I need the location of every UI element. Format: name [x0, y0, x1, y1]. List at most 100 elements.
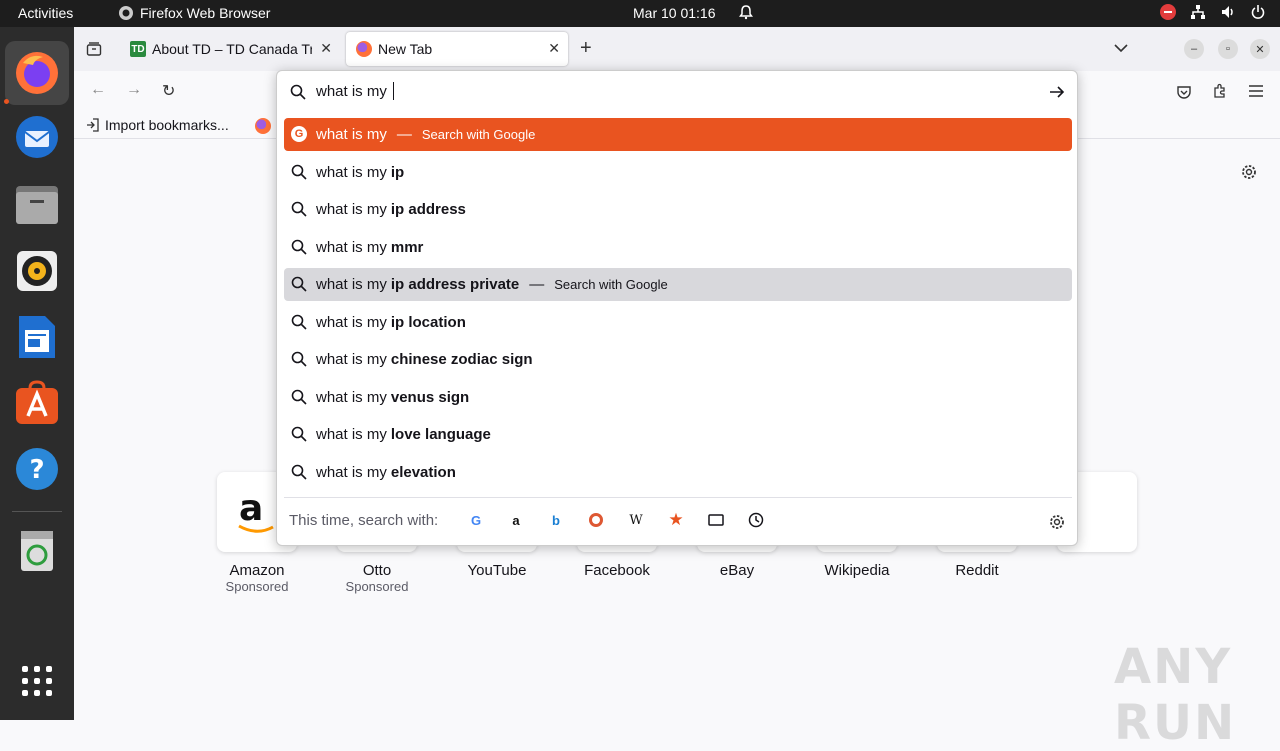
- close-tab-icon[interactable]: ✕: [320, 40, 332, 57]
- top-site-label: Facebook: [584, 562, 650, 579]
- search-icon: [291, 389, 307, 409]
- dock-help[interactable]: ?: [5, 437, 69, 501]
- amazon-logo-icon: a: [239, 488, 264, 529]
- suggestion-completion: ip: [390, 164, 405, 181]
- tabs-icon[interactable]: [707, 511, 725, 529]
- suggestion-row[interactable]: what is my venus sign: [284, 381, 1072, 414]
- suggestion-action: Search with Google: [421, 127, 536, 142]
- dock-thunderbird[interactable]: [5, 105, 69, 169]
- google-icon[interactable]: G: [467, 511, 485, 529]
- amazon-smile-icon: [238, 524, 274, 533]
- suggestion-completion: ip location: [390, 314, 466, 331]
- top-site-label: Reddit: [955, 562, 999, 579]
- forward-arrow-icon[interactable]: →: [126, 81, 142, 99]
- close-window-button[interactable]: ✕: [1250, 39, 1270, 59]
- sponsored-label: Sponsored: [225, 579, 289, 594]
- top-site-label: eBay: [719, 562, 755, 579]
- notification-bell-icon[interactable]: [738, 4, 754, 23]
- suggestion-completion: venus sign: [390, 389, 470, 406]
- duckduckgo-icon[interactable]: [587, 511, 605, 529]
- urlbar-text: what is my: [316, 83, 387, 100]
- suggestion-prefix: what is my: [316, 351, 387, 368]
- show-apps-button[interactable]: [5, 649, 69, 713]
- extensions-icon[interactable]: [1212, 83, 1228, 99]
- suggestion-prefix: what is my: [316, 389, 387, 406]
- tab-td[interactable]: TD About TD – TD Canada Tr ✕: [120, 32, 340, 66]
- app-menu[interactable]: Firefox Web Browser: [118, 5, 270, 21]
- tab-overview-icon[interactable]: [86, 41, 102, 57]
- do-not-disturb-icon[interactable]: [1160, 4, 1176, 20]
- pocket-icon[interactable]: [1176, 84, 1192, 100]
- dock-rhythmbox[interactable]: [5, 239, 69, 303]
- suggestion-row[interactable]: what is my ip location: [284, 306, 1072, 339]
- search-icon: [291, 276, 307, 296]
- google-icon: G: [291, 126, 307, 142]
- suggestion-row[interactable]: what is my ip address: [284, 193, 1072, 226]
- suggestion-action: Search with Google: [554, 277, 668, 292]
- suggestion-row[interactable]: what is my chinese zodiac sign: [284, 343, 1072, 376]
- search-icon: [291, 164, 307, 184]
- td-logo-icon: TD: [130, 41, 146, 57]
- suggestion-row[interactable]: what is my love language: [284, 418, 1072, 451]
- search-settings-gear-icon[interactable]: [1049, 514, 1065, 530]
- urlbar-results-popup: what is my Gwhat is my — Search with Googl…: [276, 70, 1078, 546]
- dock-trash[interactable]: [5, 519, 69, 583]
- suggestion-completion: mmr: [390, 239, 424, 256]
- suggestion-row[interactable]: what is my mmr: [284, 231, 1072, 264]
- clock[interactable]: Mar 10 01:16: [633, 5, 716, 21]
- minimize-button[interactable]: –: [1184, 39, 1204, 59]
- dock-firefox[interactable]: [5, 41, 69, 105]
- suggestion-row[interactable]: what is my elevation: [284, 456, 1072, 489]
- search-icon: [291, 201, 307, 221]
- system-tray[interactable]: [1160, 4, 1266, 20]
- new-tab-plus-icon[interactable]: +: [580, 37, 592, 60]
- history-icon[interactable]: [747, 511, 765, 529]
- newtab-settings-gear-icon[interactable]: [1241, 164, 1257, 180]
- activities-button[interactable]: Activities: [18, 5, 73, 21]
- import-bookmarks-label: Import bookmarks...: [105, 117, 229, 133]
- volume-icon[interactable]: [1220, 4, 1236, 20]
- suggestion-prefix: what is my: [316, 126, 387, 143]
- list-all-tabs-chevron-icon[interactable]: [1114, 43, 1128, 53]
- top-site-label: Wikipedia: [824, 562, 890, 579]
- back-arrow-icon[interactable]: ←: [90, 81, 106, 99]
- dock-files[interactable]: [5, 173, 69, 237]
- search-icon: [291, 426, 307, 446]
- top-site-label: YouTube: [467, 562, 527, 579]
- go-arrow-icon[interactable]: [1049, 85, 1065, 99]
- dock-app-center[interactable]: [5, 371, 69, 435]
- urlbar-input[interactable]: what is my: [277, 71, 1077, 113]
- suggestion-row[interactable]: what is my ip address private — Search with…: [284, 268, 1072, 301]
- search-icon: [291, 314, 307, 334]
- close-tab-icon[interactable]: ✕: [548, 40, 560, 57]
- maximize-button[interactable]: ▫: [1218, 39, 1238, 59]
- top-site-label: Otto: [362, 562, 392, 579]
- import-bookmarks-button[interactable]: Import bookmarks...: [86, 117, 229, 133]
- suggestion-prefix: what is my: [316, 464, 387, 481]
- bing-icon[interactable]: b: [547, 511, 565, 529]
- amazon-icon[interactable]: a: [507, 511, 525, 529]
- suggestion-row[interactable]: Gwhat is my — Search with Google: [284, 118, 1072, 151]
- power-icon[interactable]: [1250, 4, 1266, 20]
- menu-hamburger-icon[interactable]: [1248, 84, 1264, 98]
- rhythmbox-icon: [17, 251, 57, 291]
- suggestion-completion: ip address: [390, 201, 466, 218]
- tab-new-tab[interactable]: New Tab ✕: [346, 32, 568, 66]
- suggestion-row[interactable]: what is my ip: [284, 156, 1072, 189]
- bookmarks-star-icon[interactable]: ★: [667, 510, 685, 529]
- network-icon[interactable]: [1190, 4, 1206, 20]
- dock: ?: [0, 27, 74, 720]
- reload-icon[interactable]: ↻: [162, 81, 175, 101]
- svg-text:?: ?: [29, 455, 44, 485]
- wikipedia-icon[interactable]: W: [627, 511, 645, 529]
- dock-writer[interactable]: [5, 305, 69, 369]
- search-icon: [290, 84, 306, 100]
- anyrun-watermark: ANY RUN: [1114, 639, 1237, 751]
- suggestion-prefix: what is my: [316, 314, 387, 331]
- one-off-label: This time, search with:: [289, 512, 439, 529]
- text-caret: [393, 82, 394, 100]
- trash-icon: [21, 531, 53, 571]
- firefox-bookmark-icon[interactable]: [255, 118, 271, 134]
- app-name: Firefox Web Browser: [140, 5, 271, 21]
- tab-title: New Tab: [378, 41, 433, 57]
